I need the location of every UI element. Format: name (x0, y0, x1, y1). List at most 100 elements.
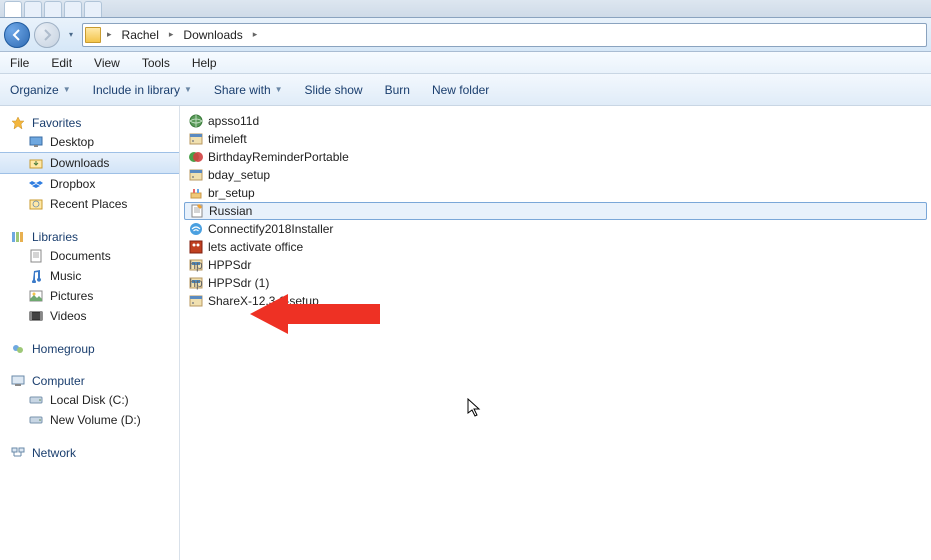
file-item[interactable]: apsso11d (184, 112, 927, 130)
file-item[interactable]: timeleft (184, 130, 927, 148)
network-header[interactable]: Network (0, 444, 179, 462)
computer-label: Computer (32, 374, 85, 388)
drive-icon (28, 393, 44, 407)
file-name-label: HPPSdr (1) (208, 276, 269, 290)
downloads-icon (28, 156, 44, 170)
organize-button[interactable]: Organize▼ (10, 83, 71, 97)
chevron-right-icon[interactable]: ▸ (249, 29, 262, 40)
file-item[interactable]: hp HPPSdr (184, 256, 927, 274)
file-item[interactable]: bday_setup (184, 166, 927, 184)
breadcrumb-item[interactable]: Downloads (179, 28, 246, 42)
file-item[interactable]: Russian (184, 202, 927, 220)
back-button[interactable] (4, 22, 30, 48)
hp-icon: hp (188, 257, 204, 273)
browser-tab[interactable] (24, 1, 42, 17)
sidebar-item-dropbox[interactable]: Dropbox (0, 174, 179, 194)
file-item[interactable]: lets activate office (184, 238, 927, 256)
file-item[interactable]: br_setup (184, 184, 927, 202)
menu-help[interactable]: Help (188, 54, 221, 72)
sidebar-item-new-volume-d[interactable]: New Volume (D:) (0, 410, 179, 430)
folder-icon (85, 27, 101, 43)
browser-tab[interactable] (64, 1, 82, 17)
hp-icon: hp (188, 275, 204, 291)
favorites-label: Favorites (32, 116, 81, 130)
chevron-right-icon[interactable]: ▸ (103, 29, 116, 40)
file-name-label: apsso11d (208, 114, 259, 128)
file-name-label: HPPSdr (208, 258, 251, 272)
file-name-label: bday_setup (208, 168, 270, 182)
svg-text:hp: hp (189, 276, 203, 290)
file-item[interactable]: ShareX-12.3.1-setup (184, 292, 927, 310)
installer-icon (188, 293, 204, 309)
network-label: Network (32, 446, 76, 460)
file-name-label: Connectify2018Installer (208, 222, 333, 236)
sidebar-item-pictures[interactable]: Pictures (0, 286, 179, 306)
menu-file[interactable]: File (6, 54, 33, 72)
homegroup-header[interactable]: Homegroup (0, 340, 179, 358)
forward-button[interactable] (34, 22, 60, 48)
menu-bar: File Edit View Tools Help (0, 52, 931, 74)
browser-tabs (0, 0, 931, 18)
file-item[interactable]: BirthdayReminderPortable (184, 148, 927, 166)
include-in-library-button[interactable]: Include in library▼ (93, 83, 192, 97)
globe-icon (188, 113, 204, 129)
music-icon (28, 269, 44, 283)
file-name-label: br_setup (208, 186, 255, 200)
address-bar-row: ▾ ▸ Rachel ▸ Downloads ▸ (0, 18, 931, 52)
file-name-label: ShareX-12.3.1-setup (208, 294, 319, 308)
libraries-icon (10, 230, 26, 244)
videos-icon (28, 309, 44, 323)
file-item[interactable]: hp HPPSdr (1) (184, 274, 927, 292)
homegroup-label: Homegroup (32, 342, 95, 356)
command-bar: Organize▼ Include in library▼ Share with… (0, 74, 931, 106)
notepad-icon (189, 203, 205, 219)
star-icon (10, 116, 26, 130)
dropbox-icon (28, 177, 44, 191)
file-name-label: timeleft (208, 132, 247, 146)
sidebar-item-recent-places[interactable]: Recent Places (0, 194, 179, 214)
sidebar-item-local-disk-c[interactable]: Local Disk (C:) (0, 390, 179, 410)
slideshow-button[interactable]: Slide show (305, 83, 363, 97)
birthday-icon (188, 149, 204, 165)
svg-text:hp: hp (189, 258, 203, 272)
cake-icon (188, 185, 204, 201)
browser-tab[interactable] (84, 1, 102, 17)
file-item[interactable]: Connectify2018Installer (184, 220, 927, 238)
burn-button[interactable]: Burn (385, 83, 410, 97)
sidebar-item-music[interactable]: Music (0, 266, 179, 286)
chevron-right-icon[interactable]: ▸ (165, 29, 178, 40)
file-list-pane[interactable]: apsso11d timeleft BirthdayReminderPortable… (180, 106, 931, 560)
sidebar-item-downloads[interactable]: Downloads (0, 152, 179, 174)
favorites-header[interactable]: Favorites (0, 114, 179, 132)
breadcrumb[interactable]: ▸ Rachel ▸ Downloads ▸ (82, 23, 927, 47)
sidebar-item-videos[interactable]: Videos (0, 306, 179, 326)
browser-tab[interactable] (44, 1, 62, 17)
sidebar-item-desktop[interactable]: Desktop (0, 132, 179, 152)
breadcrumb-item[interactable]: Rachel (118, 28, 163, 42)
drive-icon (28, 413, 44, 427)
chevron-down-icon: ▼ (184, 85, 192, 94)
sidebar-item-documents[interactable]: Documents (0, 246, 179, 266)
chevron-down-icon: ▼ (63, 85, 71, 94)
chevron-down-icon: ▼ (275, 85, 283, 94)
file-name-label: Russian (209, 204, 252, 218)
network-icon (10, 446, 26, 460)
menu-edit[interactable]: Edit (47, 54, 76, 72)
bat-icon (188, 239, 204, 255)
libraries-label: Libraries (32, 230, 78, 244)
menu-tools[interactable]: Tools (138, 54, 174, 72)
computer-icon (10, 374, 26, 388)
pictures-icon (28, 289, 44, 303)
connectify-icon (188, 221, 204, 237)
share-with-button[interactable]: Share with▼ (214, 83, 283, 97)
documents-icon (28, 249, 44, 263)
file-name-label: lets activate office (208, 240, 303, 254)
history-dropdown[interactable]: ▾ (64, 22, 78, 48)
libraries-header[interactable]: Libraries (0, 228, 179, 246)
installer-icon (188, 131, 204, 147)
menu-view[interactable]: View (90, 54, 124, 72)
browser-tab[interactable] (4, 1, 22, 17)
installer-icon (188, 167, 204, 183)
new-folder-button[interactable]: New folder (432, 83, 489, 97)
computer-header[interactable]: Computer (0, 372, 179, 390)
